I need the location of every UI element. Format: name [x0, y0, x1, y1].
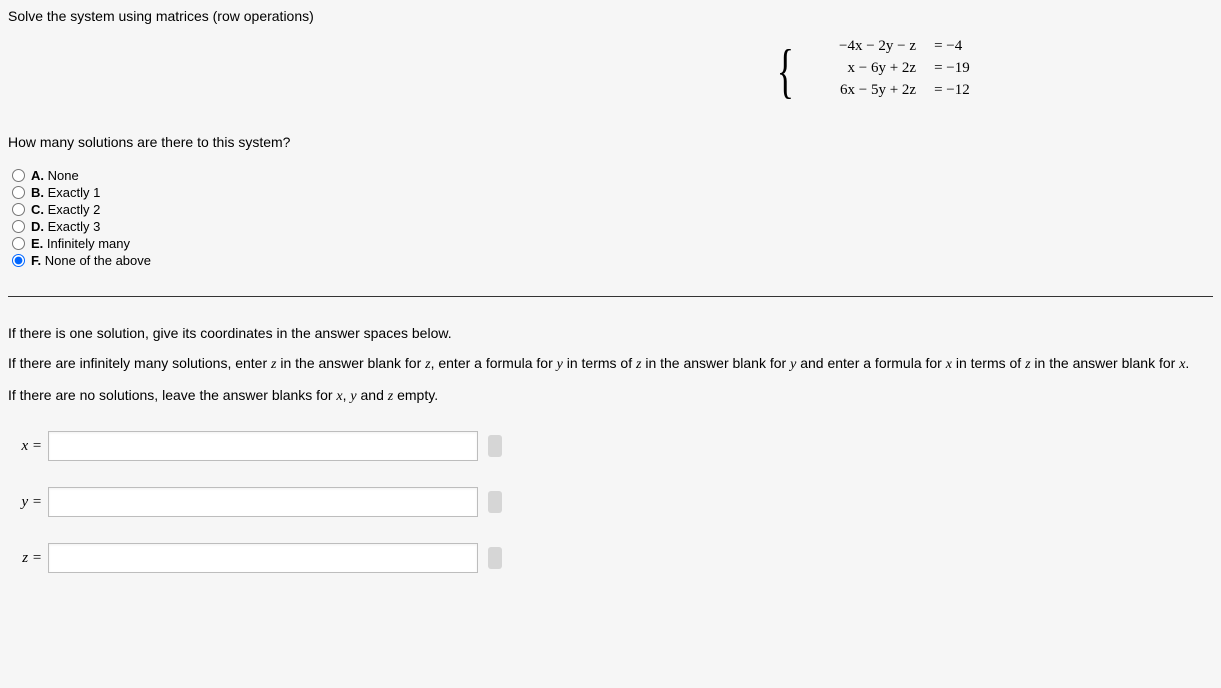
answer-row-z: z = — [8, 543, 1213, 573]
option-d-radio[interactable] — [12, 220, 25, 233]
answer-row-y: y = — [8, 487, 1213, 517]
option-e[interactable]: E. Infinitely many — [12, 236, 1213, 251]
equation-row: −4x − 2y − z = −4 — [806, 38, 970, 60]
option-b[interactable]: B. Exactly 1 — [12, 185, 1213, 200]
options-group: A. None B. Exactly 1 C. Exactly 2 D. Exa… — [12, 168, 1213, 268]
equation-row: x − 6y + 2z = −19 — [806, 60, 970, 82]
option-c[interactable]: C. Exactly 2 — [12, 202, 1213, 217]
option-e-label: E. Infinitely many — [31, 236, 130, 251]
option-c-label: C. Exactly 2 — [31, 202, 100, 217]
equation-lhs: −4x − 2y − z — [806, 38, 916, 55]
equation-rhs: = −12 — [934, 82, 970, 99]
answer-x-status-chip — [488, 435, 502, 457]
option-e-radio[interactable] — [12, 237, 25, 250]
option-b-radio[interactable] — [12, 186, 25, 199]
answer-y-input[interactable] — [48, 487, 478, 517]
answer-x-label: x = — [8, 438, 48, 455]
option-f-label: F. None of the above — [31, 253, 151, 268]
option-a-radio[interactable] — [12, 169, 25, 182]
answer-y-label: y = — [8, 494, 48, 511]
option-a[interactable]: A. None — [12, 168, 1213, 183]
equation-lhs: x − 6y + 2z — [806, 60, 916, 77]
option-d[interactable]: D. Exactly 3 — [12, 219, 1213, 234]
option-a-label: A. None — [31, 168, 79, 183]
equation-lhs: 6x − 5y + 2z — [806, 82, 916, 99]
answer-z-status-chip — [488, 547, 502, 569]
answer-y-status-chip — [488, 491, 502, 513]
option-f-radio[interactable] — [12, 254, 25, 267]
instruction-text: Solve the system using matrices (row ope… — [8, 8, 1213, 24]
equation-rhs: = −19 — [934, 60, 970, 77]
answer-z-input[interactable] — [48, 543, 478, 573]
equation-row: 6x − 5y + 2z = −12 — [806, 82, 970, 104]
option-c-radio[interactable] — [12, 203, 25, 216]
explain-no-solutions: If there are no solutions, leave the ans… — [8, 387, 1213, 405]
system-of-equations: { −4x − 2y − z = −4 x − 6y + 2z = −19 6x… — [8, 38, 1213, 104]
answer-x-input[interactable] — [48, 431, 478, 461]
answer-z-label: z = — [8, 550, 48, 567]
solution-count-question: How many solutions are there to this sys… — [8, 134, 1213, 150]
option-b-label: B. Exactly 1 — [31, 185, 100, 200]
equation-rhs: = −4 — [934, 38, 962, 55]
option-f[interactable]: F. None of the above — [12, 253, 1213, 268]
explain-one-solution: If there is one solution, give its coord… — [8, 325, 1213, 341]
answer-row-x: x = — [8, 431, 1213, 461]
option-d-label: D. Exactly 3 — [31, 219, 100, 234]
divider — [8, 296, 1213, 297]
left-brace: { — [777, 41, 794, 101]
explain-infinite-solutions: If there are infinitely many solutions, … — [8, 355, 1213, 373]
